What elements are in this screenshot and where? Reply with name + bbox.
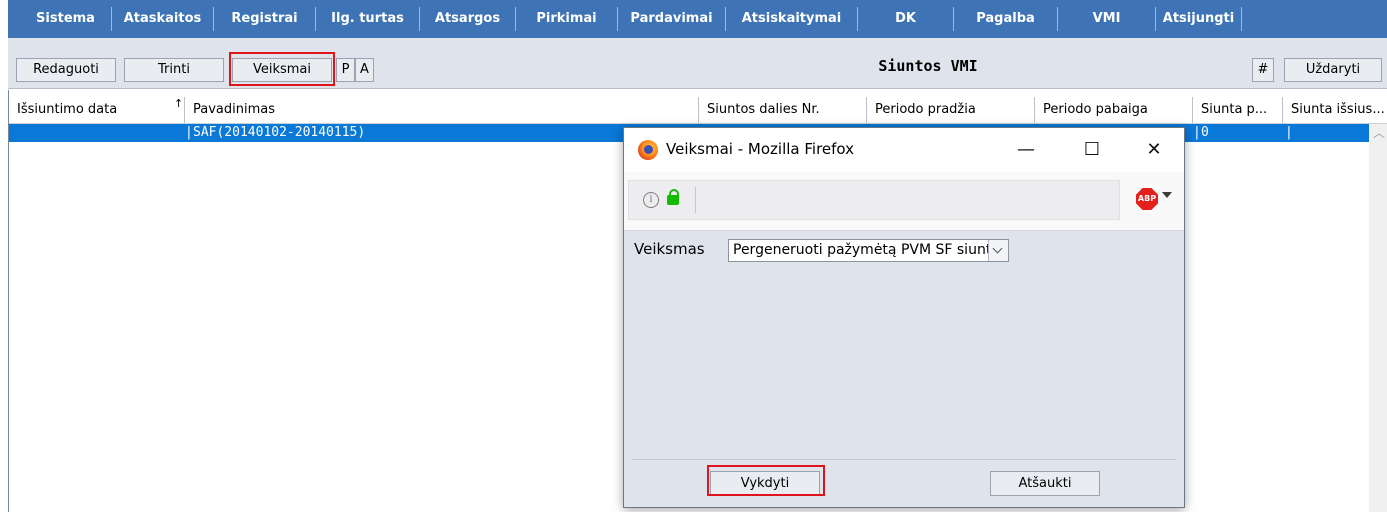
cancel-button[interactable]: Atšaukti (990, 471, 1100, 496)
column-label: Pavadinimas (193, 102, 275, 117)
menu-dk[interactable]: DK (858, 7, 954, 31)
menu-sistema[interactable]: Sistema (20, 7, 112, 31)
execute-button[interactable]: Vykdyti (710, 471, 820, 496)
column-header-siunta-issiusta[interactable]: Siunta išsius... (1283, 97, 1387, 123)
delete-button[interactable]: Trinti (124, 58, 224, 82)
chevron-down-icon[interactable] (1162, 192, 1172, 198)
column-label: Siunta išsius... (1291, 102, 1385, 117)
cell-siunta-p: 0 (1201, 125, 1209, 140)
url-bar[interactable]: i (628, 180, 1120, 220)
menu-pagalba[interactable]: Pagalba (954, 7, 1058, 31)
page-title: Siuntos VMI (878, 57, 978, 75)
menu-bar-inner: Sistema Ataskaitos Registrai Ilg. turtas… (8, 0, 1387, 39)
dialog-title: Veiksmai - Mozilla Firefox (666, 140, 855, 158)
url-divider (695, 187, 696, 213)
firefox-logo-icon (638, 140, 658, 160)
hash-button[interactable]: # (1252, 58, 1274, 82)
column-header-siuntos-dalies-nr[interactable]: Siuntos dalies Nr. (699, 97, 867, 123)
menu-registrai[interactable]: Registrai (214, 7, 316, 31)
menu-pirkimai[interactable]: Pirkimai (516, 7, 618, 31)
menu-bar: Sistema Ataskaitos Registrai Ilg. turtas… (0, 0, 1387, 39)
column-label: Išsiuntimo data (17, 102, 118, 117)
menu-atsijungti[interactable]: Atsijungti (1156, 7, 1242, 31)
table-header: Išsiuntimo data ↑ Pavadinimas Siuntos da… (9, 97, 1387, 124)
row-separator: | (1285, 125, 1293, 140)
dialog-titlebar[interactable]: Veiksmai - Mozilla Firefox — ☐ ✕ (624, 128, 1184, 172)
column-header-issiuntimo-data[interactable]: Išsiuntimo data (9, 97, 185, 123)
chevron-down-icon[interactable] (988, 240, 1008, 261)
sort-ascending-icon: ↑ (174, 97, 184, 110)
column-label: Siunta p... (1201, 102, 1268, 117)
actions-button[interactable]: Veiksmai (232, 58, 332, 82)
edit-button[interactable]: Redaguoti (16, 58, 116, 82)
cell-pavadinimas: SAF(20140102-20140115) (193, 125, 366, 140)
menu-ataskaitos[interactable]: Ataskaitos (112, 7, 214, 31)
a-button[interactable]: A (355, 58, 374, 82)
action-field-label: Veiksmas (634, 240, 705, 258)
firefox-dialog: Veiksmai - Mozilla Firefox — ☐ ✕ i ABP V… (623, 127, 1185, 508)
column-header-pavadinimas[interactable]: Pavadinimas (185, 97, 699, 123)
lock-icon[interactable] (667, 189, 679, 205)
minimize-icon[interactable]: — (1006, 136, 1046, 164)
vertical-scrollbar[interactable]: ︿ (1369, 124, 1387, 512)
column-header-periodo-pradzia[interactable]: Periodo pradžia (867, 97, 1035, 123)
column-header-siunta-p[interactable]: Siunta p... (1193, 97, 1283, 123)
column-header-periodo-pabaiga[interactable]: Periodo pabaiga (1035, 97, 1193, 123)
menu-ilg-turtas[interactable]: Ilg. turtas (316, 7, 420, 31)
p-button[interactable]: P (336, 58, 355, 82)
toolbar: Redaguoti Trinti Veiksmai P A Siuntos VM… (8, 38, 1387, 89)
action-select-value: Pergeneruoti pažymėtą PVM SF siuntą (733, 242, 1000, 258)
maximize-icon[interactable]: ☐ (1072, 136, 1112, 164)
close-button[interactable]: Uždaryti (1284, 58, 1382, 82)
menu-vmi[interactable]: VMI (1058, 7, 1156, 31)
column-label: Siuntos dalies Nr. (707, 102, 820, 117)
action-select[interactable]: Pergeneruoti pažymėtą PVM SF siuntą (728, 239, 1009, 262)
url-bar-area: i ABP (624, 172, 1184, 231)
menu-pardavimai[interactable]: Pardavimai (618, 7, 726, 31)
menu-atsargos[interactable]: Atsargos (420, 7, 516, 31)
adblock-plus-icon[interactable]: ABP (1136, 188, 1158, 210)
column-label: Periodo pradžia (875, 102, 976, 117)
info-icon[interactable]: i (643, 192, 659, 208)
close-icon[interactable]: ✕ (1134, 136, 1174, 164)
column-label: Periodo pabaiga (1043, 102, 1148, 117)
footer-divider (632, 459, 1176, 460)
scroll-up-icon[interactable]: ︿ (1373, 124, 1385, 141)
row-separator: | (185, 125, 193, 140)
row-separator: | (1193, 125, 1201, 140)
menu-atsiskaitymai[interactable]: Atsiskaitymai (726, 7, 858, 31)
